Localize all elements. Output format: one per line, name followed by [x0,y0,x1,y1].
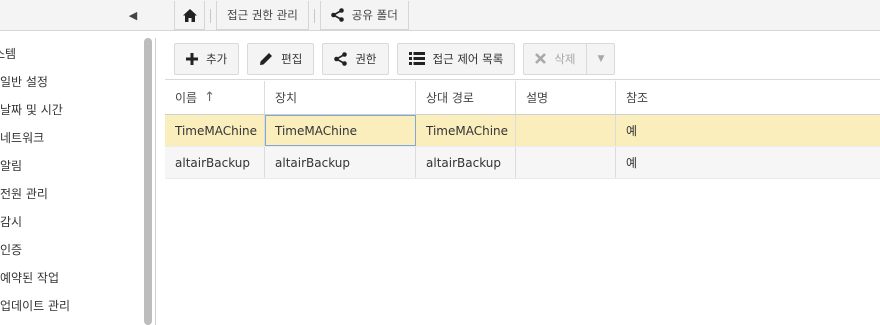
sidebar-item-label: 네트워크 [0,130,45,145]
acl-button-label: 접근 제어 목록 [432,51,504,66]
breadcrumb-label: 공유 폴더 [351,8,398,22]
breadcrumb: 접근 권한 관리 공유 폴더 [174,0,409,31]
table-cell[interactable] [516,147,616,178]
table-cell[interactable]: altairBackup [416,147,516,178]
table-cell[interactable] [516,115,616,146]
sidebar-item-label: 날짜 및 시간 [0,102,63,117]
column-header-label: 장치 [275,91,298,105]
cell-text: altairBackup [175,155,250,170]
column-header-label: 이름 [175,91,198,105]
list-icon [408,52,425,65]
cell-text: altairBackup [426,155,501,170]
cell-text: 예 [626,156,638,170]
sidebar-item-network[interactable]: 네트워크 [0,123,155,151]
sidebar-item-monitoring[interactable]: 감시 [0,207,155,235]
add-button-label: 추가 [206,51,228,66]
delete-button[interactable]: 삭제 [523,42,588,75]
column-header-name[interactable]: 이름 ↑ [165,81,265,114]
delete-split-button: 삭제 ▼ [523,42,616,75]
column-header-label: 설명 [526,91,549,105]
sidebar-item-scheduled-jobs[interactable]: 예약된 작업 [0,263,155,291]
column-header-referenced[interactable]: 참조 [616,81,716,114]
table-cell[interactable]: 예 [616,115,716,146]
table-header: 이름 ↑ 장치 상대 경로 설명 참조 [165,81,880,115]
breadcrumb-separator [313,8,315,23]
plus-icon [186,52,198,65]
sidebar-item-label: 업데이트 관리 [0,298,71,313]
column-header-label: 상대 경로 [426,91,474,105]
delete-x-icon [535,53,547,64]
delete-button-label: 삭제 [554,51,576,66]
pencil-icon [260,52,273,65]
breadcrumb-label: 접근 권한 관리 [227,8,298,22]
sidebar-item-notifications[interactable]: 알림 [0,151,155,179]
sidebar-item-label: 일반 설정 [0,74,48,89]
sidebar: 스템 일반 설정 날짜 및 시간 네트워크 알림 전원 관리 감시 인증 예약된… [0,38,156,325]
share-icon [330,8,344,22]
sidebar-item-label: 인증 [0,242,23,257]
cell-text: TimeMAChine [175,123,258,138]
table-cell[interactable]: TimeMAChine [165,115,265,146]
table-row[interactable]: altairBackup altairBackup altairBackup 예 [165,147,880,179]
chevron-down-icon: ▼ [597,53,605,64]
add-button[interactable]: 추가 [174,42,240,75]
sidebar-item-general-settings[interactable]: 일반 설정 [0,67,155,95]
home-button[interactable] [174,1,205,30]
breadcrumb-access-management[interactable]: 접근 권한 관리 [216,1,309,30]
collapse-sidebar-icon[interactable]: ◀ [124,7,142,23]
sidebar-item-authentication[interactable]: 인증 [0,235,155,263]
edit-button-label: 편집 [281,51,303,66]
table-cell[interactable]: TimeMAChine [416,115,516,146]
sidebar-list: 스템 일반 설정 날짜 및 시간 네트워크 알림 전원 관리 감시 인증 예약된… [0,38,155,319]
sidebar-item-label: 예약된 작업 [0,270,60,285]
column-header-relative-path[interactable]: 상대 경로 [416,81,516,114]
table-cell[interactable]: TimeMAChine [265,115,416,146]
top-bar: ◀ 접근 권한 관리 공유 폴더 [0,0,880,31]
sidebar-item-label: 알림 [0,158,23,173]
sidebar-item-date-time[interactable]: 날짜 및 시간 [0,95,155,123]
cell-text: 예 [626,124,638,138]
sidebar-item-label: 전원 관리 [0,186,48,201]
permission-button-label: 권한 [355,51,377,66]
table-row[interactable]: TimeMAChine TimeMAChine TimeMAChine 예 [165,115,880,147]
cell-text: TimeMAChine [275,123,358,138]
breadcrumb-separator [210,8,211,23]
edit-button[interactable]: 편집 [247,42,315,75]
main-panel: 추가 편집 권한 접근 제어 목록 삭제 ▼ 이름 ↑ 장치 상대 경로 설명 … [165,38,880,325]
table-cell[interactable]: 예 [616,147,716,178]
sidebar-item-power-management[interactable]: 전원 관리 [0,179,155,207]
acl-button[interactable]: 접근 제어 목록 [396,42,516,75]
shared-folder-table: 이름 ↑ 장치 상대 경로 설명 참조 TimeMAChine TimeMACh… [165,81,880,179]
table-cell[interactable]: altairBackup [165,147,265,178]
table-cell[interactable]: altairBackup [265,147,416,178]
column-header-label: 참조 [626,91,649,105]
sidebar-item-system[interactable]: 스템 [0,39,155,67]
sidebar-item-update-management[interactable]: 업데이트 관리 [0,291,155,319]
sidebar-scrollbar[interactable] [144,38,152,325]
breadcrumb-shared-folder[interactable]: 공유 폴더 [319,1,409,30]
cell-text: TimeMAChine [426,123,509,138]
sidebar-item-label: 감시 [0,214,23,229]
column-header-description[interactable]: 설명 [516,81,616,114]
sort-ascending-icon: ↑ [204,90,215,105]
column-header-device[interactable]: 장치 [265,81,416,114]
sidebar-item-label: 스템 [0,46,17,61]
permission-button[interactable]: 권한 [322,42,389,75]
delete-dropdown-button[interactable]: ▼ [587,42,616,75]
cell-text: altairBackup [275,155,350,170]
toolbar: 추가 편집 권한 접근 제어 목록 삭제 ▼ [165,38,880,80]
share-icon [334,51,348,66]
home-icon [182,8,197,22]
